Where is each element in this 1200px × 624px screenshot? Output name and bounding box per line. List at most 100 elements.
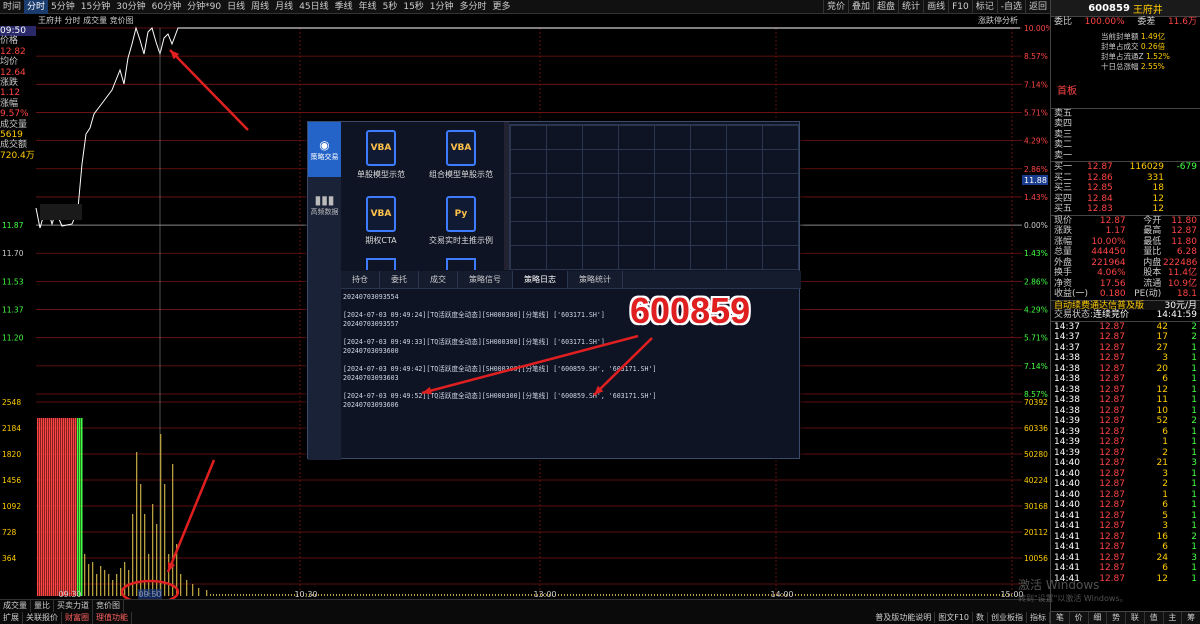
bottom-link[interactable]: 创业板指 xyxy=(988,612,1027,623)
panel-tab[interactable]: 筹 xyxy=(1182,612,1200,624)
tile-realtime-push[interactable]: Py 交易实时主推示例 xyxy=(425,196,497,256)
stat-label: 量比 xyxy=(1143,247,1162,257)
volume-bar xyxy=(390,594,391,596)
tick-vol: 6 xyxy=(1162,500,1168,510)
period-item[interactable]: 年线 xyxy=(356,0,380,14)
period-item[interactable]: 周线 xyxy=(248,0,272,14)
volume-bar xyxy=(672,594,673,596)
period-item[interactable]: 时间 xyxy=(0,0,24,14)
panel-tab[interactable]: 价 xyxy=(1070,612,1089,624)
bid-row[interactable]: 买四 12.84 12 xyxy=(1051,194,1200,205)
toolbar-button[interactable]: 返回 xyxy=(1024,0,1050,14)
limit-analysis-link[interactable]: 涨跌停分析 xyxy=(978,15,1018,25)
tick-row: 14:39 12.87 1 1 xyxy=(1051,437,1200,448)
toolbar-button[interactable]: 叠加 xyxy=(848,0,873,14)
auction-box xyxy=(40,204,82,220)
period-item[interactable]: 更多 xyxy=(490,0,514,14)
volume-bar xyxy=(53,418,55,596)
toolbar-button[interactable]: 画线 xyxy=(923,0,948,14)
ask-row[interactable]: 卖二 xyxy=(1051,140,1200,151)
volume-bar xyxy=(834,594,835,596)
toolbar-button[interactable]: 统计 xyxy=(898,0,923,14)
strategy-tab[interactable]: 策略统计 xyxy=(568,271,623,288)
period-item[interactable]: 5秒 xyxy=(380,0,401,14)
period-item[interactable]: 5分钟 xyxy=(48,0,78,14)
toolbar-button[interactable]: 超盘 xyxy=(873,0,898,14)
period-item[interactable]: 日线 xyxy=(224,0,248,14)
volume-bar xyxy=(936,594,937,596)
bottom-link[interactable]: 图文F10 xyxy=(935,612,973,623)
panel-tab[interactable]: 联 xyxy=(1126,612,1145,624)
ask-row[interactable]: 卖五 xyxy=(1051,109,1200,120)
tile-portfolio-model[interactable]: VBA 组合模型单股示范 xyxy=(425,130,497,190)
function-tab[interactable]: 理值功能 xyxy=(93,612,132,624)
period-item[interactable]: 1分钟 xyxy=(427,0,457,14)
strategy-tab[interactable]: 持仓 xyxy=(341,271,380,288)
strategy-window[interactable]: ◉ 策略交易 ▮▮▮ 高频数据 VBA 单股模型示范 VBA 组合模型单股示范 … xyxy=(307,121,801,460)
sidebar-item-hfdata[interactable]: ▮▮▮ 高频数据 xyxy=(308,177,341,232)
bid-row[interactable]: 买一 12.87 116029 -679 xyxy=(1051,162,1200,173)
ask-row[interactable]: 卖四 xyxy=(1051,119,1200,130)
volume-bar xyxy=(273,594,274,596)
period-item[interactable]: 15分钟 xyxy=(78,0,113,14)
sidebar-item-label: 策略交易 xyxy=(310,152,339,161)
indicator-tab[interactable]: 竞价图 xyxy=(93,600,124,612)
tick-time: 14:37 xyxy=(1054,332,1080,342)
tick-price: 12.87 xyxy=(1099,531,1125,542)
bottom-link[interactable]: 指标 xyxy=(1027,612,1050,623)
period-item[interactable]: 60分钟 xyxy=(149,0,184,14)
function-tab[interactable]: 扩展 xyxy=(0,612,23,624)
tick-row: 14:41 12.87 6 1 xyxy=(1051,563,1200,574)
toolbar-button[interactable]: 标记 xyxy=(971,0,997,14)
period-item[interactable]: 15秒 xyxy=(400,0,426,14)
period-item[interactable]: 45日线 xyxy=(296,0,331,14)
function-tab[interactable]: 关联报价 xyxy=(23,612,62,624)
strategy-tab[interactable]: 成交 xyxy=(419,271,458,288)
log-entry: [2024-07-03 09:49:52][TQ活跃度全动态][SH000300… xyxy=(343,392,798,410)
period-item[interactable]: 季线 xyxy=(332,0,356,14)
period-item[interactable]: 分钟*90 xyxy=(184,0,224,14)
strategy-tab[interactable]: 策略日志 xyxy=(513,271,568,288)
volume-bar xyxy=(741,594,742,596)
panel-tab[interactable]: 主 xyxy=(1164,612,1183,624)
strategy-tab[interactable]: 策略信号 xyxy=(458,271,513,288)
period-item[interactable]: 月线 xyxy=(272,0,296,14)
price-tick: 11.87 xyxy=(2,221,24,230)
volume-bar xyxy=(993,594,994,596)
period-item[interactable]: 30分钟 xyxy=(113,0,148,14)
volume-bar xyxy=(372,594,373,596)
ask-row[interactable]: 卖一 xyxy=(1051,151,1200,162)
panel-tab[interactable]: 势 xyxy=(1107,612,1126,624)
indicator-tab[interactable]: 量比 xyxy=(31,600,54,612)
function-tab[interactable]: 财富圈 xyxy=(62,612,93,624)
panel-tab[interactable]: 笔 xyxy=(1051,612,1070,624)
ask-row[interactable]: 卖三 xyxy=(1051,130,1200,141)
ratio-value: 100.00% xyxy=(1084,17,1125,27)
notice-row[interactable]: 自动续费通达信普及版 30元/月 xyxy=(1051,299,1200,310)
panel-tab[interactable]: 值 xyxy=(1145,612,1164,624)
toolbar-button[interactable]: F10 xyxy=(948,0,972,14)
sidebar-item-strategy[interactable]: ◉ 策略交易 xyxy=(308,122,341,177)
indicator-tab[interactable]: 买卖力道 xyxy=(54,600,93,612)
volume-bar xyxy=(160,434,162,596)
trade-state-row: 交易状态:连续竞价 14:41:59 xyxy=(1051,310,1200,321)
tile-option-cta[interactable]: VBA 期权CTA xyxy=(345,196,417,256)
vba-file-icon: VBA xyxy=(366,196,396,232)
bid-row[interactable]: 买五 12.83 12 xyxy=(1051,204,1200,215)
volume-bar xyxy=(333,594,334,596)
tick-price: 12.87 xyxy=(1099,552,1125,563)
toolbar-button[interactable]: 竞价 xyxy=(823,0,848,14)
tile-single-stock-model[interactable]: VBA 单股模型示范 xyxy=(345,130,417,190)
indicator-tab[interactable]: 成交量 xyxy=(0,600,31,612)
tick-vol: 6 xyxy=(1162,426,1168,437)
toolbar-button[interactable]: -自选 xyxy=(996,0,1025,14)
bid-row[interactable]: 买二 12.86 331 xyxy=(1051,173,1200,184)
bottom-link[interactable]: 普及版功能说明 xyxy=(872,612,936,623)
bid-row[interactable]: 买三 12.85 18 xyxy=(1051,183,1200,194)
period-item[interactable]: 多分时 xyxy=(457,0,490,14)
tick-time: 14:37 xyxy=(1054,342,1080,353)
panel-tab[interactable]: 细 xyxy=(1089,612,1108,624)
strategy-tab[interactable]: 委托 xyxy=(380,271,419,288)
period-item[interactable]: 分时 xyxy=(24,0,49,14)
bottom-link[interactable]: 数 xyxy=(973,612,988,623)
